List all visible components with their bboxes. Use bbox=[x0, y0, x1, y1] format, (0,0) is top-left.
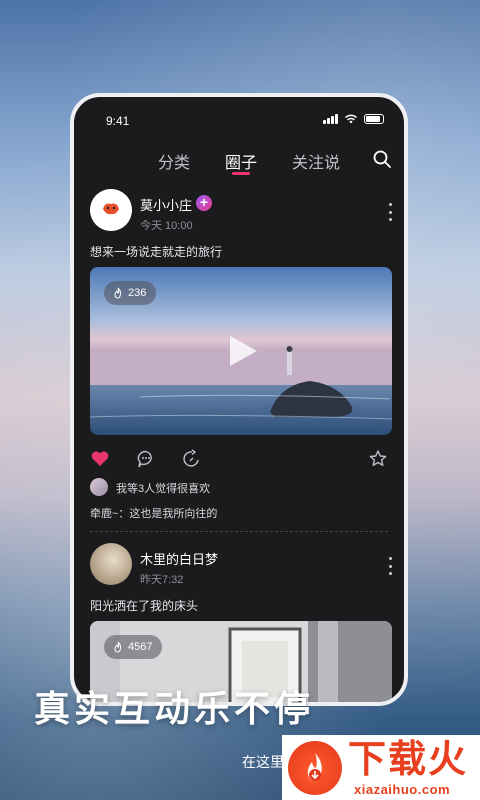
promo-subline: 在这里 bbox=[242, 754, 284, 770]
post-caption: 想来一场说走就走的旅行 bbox=[90, 245, 223, 259]
comment-text: 牵鹿~：这也是我所向往的 bbox=[90, 508, 218, 520]
phone-frame: 9:41 分类 圈子 关注说 莫小小庄 + 今天 10:00 想来一场说走就走的… bbox=[70, 93, 408, 706]
likes-row: 我等3人觉得很喜欢 bbox=[90, 478, 388, 496]
hot-badge: 236 bbox=[104, 281, 157, 305]
signal-icon bbox=[323, 113, 338, 124]
author-name[interactable]: 莫小小庄 bbox=[140, 195, 192, 214]
watermark-logo: 下载火 xiazaihuo.com bbox=[282, 735, 480, 800]
play-icon[interactable] bbox=[226, 333, 260, 369]
avatar[interactable] bbox=[90, 543, 132, 585]
heart-icon[interactable] bbox=[90, 449, 110, 469]
post-card: 莫小小庄 + 今天 10:00 想来一场说走就走的旅行 236 我等3人觉得很喜… bbox=[74, 187, 404, 527]
tab-category[interactable]: 分类 bbox=[158, 149, 190, 173]
post-time: 昨天7:32 bbox=[140, 574, 184, 586]
battery-icon bbox=[364, 113, 384, 124]
likes-text: 我等3人觉得很喜欢 bbox=[116, 483, 211, 495]
download-flame-icon bbox=[288, 741, 342, 795]
status-icons bbox=[323, 113, 384, 124]
post-time: 今天 10:00 bbox=[140, 220, 193, 232]
tab-circle[interactable]: 圈子 bbox=[225, 149, 257, 173]
video-thumbnail[interactable]: 236 bbox=[90, 267, 392, 435]
avatar[interactable] bbox=[90, 189, 132, 231]
comment-icon[interactable] bbox=[136, 449, 156, 469]
author-name[interactable]: 木里的白日梦 bbox=[140, 549, 218, 568]
tab-following[interactable]: 关注说 bbox=[292, 149, 340, 173]
post-divider bbox=[90, 531, 388, 532]
active-tab-indicator bbox=[232, 172, 250, 175]
wifi-icon bbox=[344, 114, 358, 123]
hot-badge: 4567 bbox=[104, 635, 163, 659]
post-actions bbox=[90, 449, 388, 471]
star-icon[interactable] bbox=[368, 449, 388, 469]
post-caption: 阳光洒在了我的床头 bbox=[90, 599, 199, 613]
liker-avatar[interactable] bbox=[90, 478, 108, 496]
hot-count: 4567 bbox=[128, 641, 153, 653]
hot-count: 236 bbox=[128, 287, 147, 299]
flame-icon bbox=[114, 641, 122, 653]
share-icon[interactable] bbox=[182, 449, 202, 469]
watermark-brand-en: xiazaihuo.com bbox=[354, 782, 451, 797]
promo-headline: 真实互动乐不停 bbox=[34, 688, 315, 729]
status-bar: 9:41 bbox=[106, 111, 384, 131]
follow-plus-button[interactable]: + bbox=[196, 195, 212, 211]
flame-icon bbox=[114, 287, 122, 299]
status-time: 9:41 bbox=[106, 114, 130, 128]
search-icon[interactable] bbox=[372, 149, 392, 169]
fox-logo-icon bbox=[90, 189, 132, 231]
more-icon[interactable] bbox=[389, 557, 393, 575]
watermark-brand-cn: 下载火 bbox=[348, 739, 469, 781]
more-icon[interactable] bbox=[389, 203, 393, 221]
tab-bar: 分类 圈子 关注说 bbox=[74, 149, 404, 177]
